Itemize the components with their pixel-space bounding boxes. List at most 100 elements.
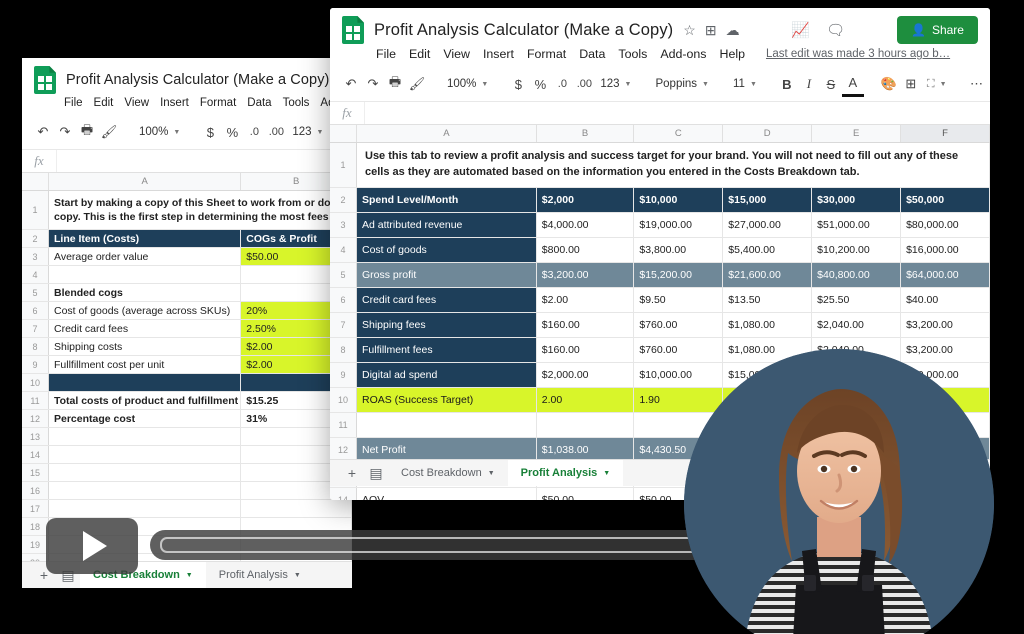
percent-format-icon[interactable]: % [529, 73, 551, 95]
row-number[interactable]: 10 [22, 374, 49, 391]
value-cell[interactable]: $15,000 [723, 188, 813, 212]
table-row[interactable]: 6 Cost of goods (average across SKUs) 20% [22, 302, 352, 320]
cell-a[interactable]: Average order value [49, 248, 242, 265]
menu-tools[interactable]: Tools [618, 47, 647, 61]
value-cell[interactable]: $1,080.00 [723, 313, 813, 337]
menu-edit[interactable]: Edit [94, 97, 114, 109]
video-seek-bar[interactable] [150, 530, 740, 560]
table-row[interactable]: 2 Line Item (Costs) COGs & Profit [22, 230, 352, 248]
paint-format-icon[interactable]: 🖌 [98, 121, 120, 143]
table-row[interactable]: 3 Ad attributed revenue $4,000.00 $19,000.0… [330, 213, 990, 238]
row-number[interactable]: 18 [22, 518, 49, 535]
row-number[interactable]: 19 [22, 536, 49, 553]
row-number[interactable]: 7 [22, 320, 49, 337]
select-all-corner[interactable] [330, 125, 357, 142]
column-header-f[interactable]: F [901, 125, 990, 142]
bold-icon[interactable]: B [776, 73, 798, 95]
row-number[interactable]: 6 [330, 288, 357, 312]
video-play-button[interactable] [46, 518, 138, 574]
zoom-selector[interactable]: 100% ▼ [134, 126, 185, 138]
undo-icon[interactable]: ↶ [32, 121, 54, 143]
add-sheet-button[interactable]: + [340, 465, 364, 481]
value-cell[interactable]: $15,200.00 [634, 263, 724, 287]
table-row[interactable]: 1 Use this tab to review a profit analysi… [330, 143, 990, 188]
row-number[interactable]: 8 [330, 338, 357, 362]
decrease-decimal-icon[interactable]: .0 [551, 73, 573, 95]
cell-a[interactable] [49, 428, 242, 445]
table-row[interactable]: 1 Start by making a copy of this Sheet to… [22, 191, 352, 230]
row-number[interactable]: 8 [22, 338, 49, 355]
row-label-cell[interactable]: Ad attributed revenue [357, 213, 537, 237]
row-label-cell[interactable]: Spend Level/Month [357, 188, 537, 212]
row-number[interactable]: 13 [22, 428, 49, 445]
number-format-selector[interactable]: 123 ▼ [287, 126, 328, 138]
row-number[interactable]: 17 [22, 500, 49, 517]
value-cell[interactable]: $40,800.00 [812, 263, 902, 287]
comment-icon[interactable]: 🗨 [826, 21, 845, 39]
print-icon[interactable]: 🖶 [384, 73, 406, 95]
print-icon[interactable]: 🖶 [76, 121, 98, 143]
strikethrough-icon[interactable]: S [820, 73, 842, 95]
row-label-cell[interactable]: Fulfillment fees [357, 338, 537, 362]
italic-icon[interactable]: I [798, 73, 820, 95]
currency-format-icon[interactable]: $ [199, 121, 221, 143]
value-cell[interactable]: 2.00 [536, 388, 635, 412]
table-row[interactable]: 9 Fullfillment cost per unit $2.00 [22, 356, 352, 374]
value-cell[interactable]: $3,200.00 [901, 313, 990, 337]
star-icon[interactable]: ☆ [683, 23, 696, 37]
sheet-tab-cost-breakdown[interactable]: Cost Breakdown ▼ [388, 460, 508, 486]
last-edit-status[interactable]: Last edit was made 3 hours ago b… [766, 48, 950, 60]
value-cell[interactable] [537, 413, 635, 437]
row-number[interactable]: 11 [330, 413, 357, 437]
table-row[interactable]: 5 Blended cogs [22, 284, 352, 302]
row-number[interactable]: 11 [22, 392, 49, 409]
row-number[interactable]: 15 [22, 464, 49, 481]
row-number[interactable]: 7 [330, 313, 357, 337]
row-number[interactable]: 2 [22, 230, 49, 247]
column-header-a[interactable]: A [357, 125, 537, 142]
front-formula-input[interactable] [365, 102, 990, 124]
cell-a[interactable]: Blended cogs [49, 284, 242, 301]
row-label-cell[interactable]: Shipping fees [357, 313, 537, 337]
sheet-tab-profit-analysis[interactable]: Profit Analysis ▼ [206, 562, 314, 588]
select-all-corner[interactable] [22, 173, 49, 190]
row-number[interactable]: 9 [330, 363, 357, 387]
table-row[interactable]: 3 Average order value $50.00 [22, 248, 352, 266]
cell-a[interactable]: Percentage cost [49, 410, 242, 427]
font-family-selector[interactable]: Poppins ▼ [650, 78, 714, 90]
merge-cells-icon[interactable]: ⛶ ▼ [922, 78, 952, 91]
value-cell[interactable]: $3,200.00 [536, 263, 635, 287]
table-row[interactable]: 4 Cost of goods $800.00 $3,800.00 $5,400.00 $… [330, 238, 990, 263]
back-formula-input[interactable] [57, 150, 352, 172]
number-format-selector[interactable]: 123 ▼ [595, 78, 636, 90]
redo-icon[interactable]: ↷ [362, 73, 384, 95]
cell-a[interactable]: Fullfillment cost per unit [49, 356, 242, 373]
increase-decimal-icon[interactable]: .00 [573, 73, 595, 95]
font-size-selector[interactable]: 11 ▼ [728, 78, 762, 90]
row-label-cell[interactable]: Gross profit [357, 263, 537, 287]
row-number[interactable]: 2 [330, 188, 357, 212]
collapse-toolbar-icon[interactable]: ⌃ [988, 73, 990, 95]
chevron-down-icon[interactable]: ▼ [294, 572, 301, 579]
chevron-down-icon[interactable]: ▼ [186, 572, 193, 579]
cell-b[interactable] [241, 500, 352, 517]
value-cell[interactable]: $21,600.00 [723, 263, 813, 287]
menu-file[interactable]: File [64, 97, 83, 109]
row-number[interactable]: 1 [330, 143, 357, 187]
table-row[interactable]: 6 Credit card fees $2.00 $9.50 $13.50 $25.50 $… [330, 288, 990, 313]
column-header-a[interactable]: A [49, 173, 242, 190]
table-row[interactable]: 17 [22, 500, 352, 518]
value-cell[interactable]: $2,040.00 [812, 313, 902, 337]
borders-icon[interactable]: ⊞ [900, 73, 922, 95]
menu-edit[interactable]: Edit [409, 47, 430, 61]
chevron-down-icon[interactable]: ▼ [603, 470, 610, 477]
all-sheets-icon[interactable]: ▤ [364, 465, 388, 482]
cell-a[interactable]: Credit card fees [49, 320, 242, 337]
value-cell[interactable]: $160.00 [537, 338, 635, 362]
row-label-cell[interactable]: Cost of goods [357, 238, 537, 262]
menu-insert[interactable]: Insert [483, 47, 514, 61]
share-button[interactable]: 👤 Share [897, 16, 978, 44]
table-row[interactable]: 12 Percentage cost 31% [22, 410, 352, 428]
menu-help[interactable]: Help [720, 47, 745, 61]
text-color-icon[interactable]: A [841, 72, 864, 97]
